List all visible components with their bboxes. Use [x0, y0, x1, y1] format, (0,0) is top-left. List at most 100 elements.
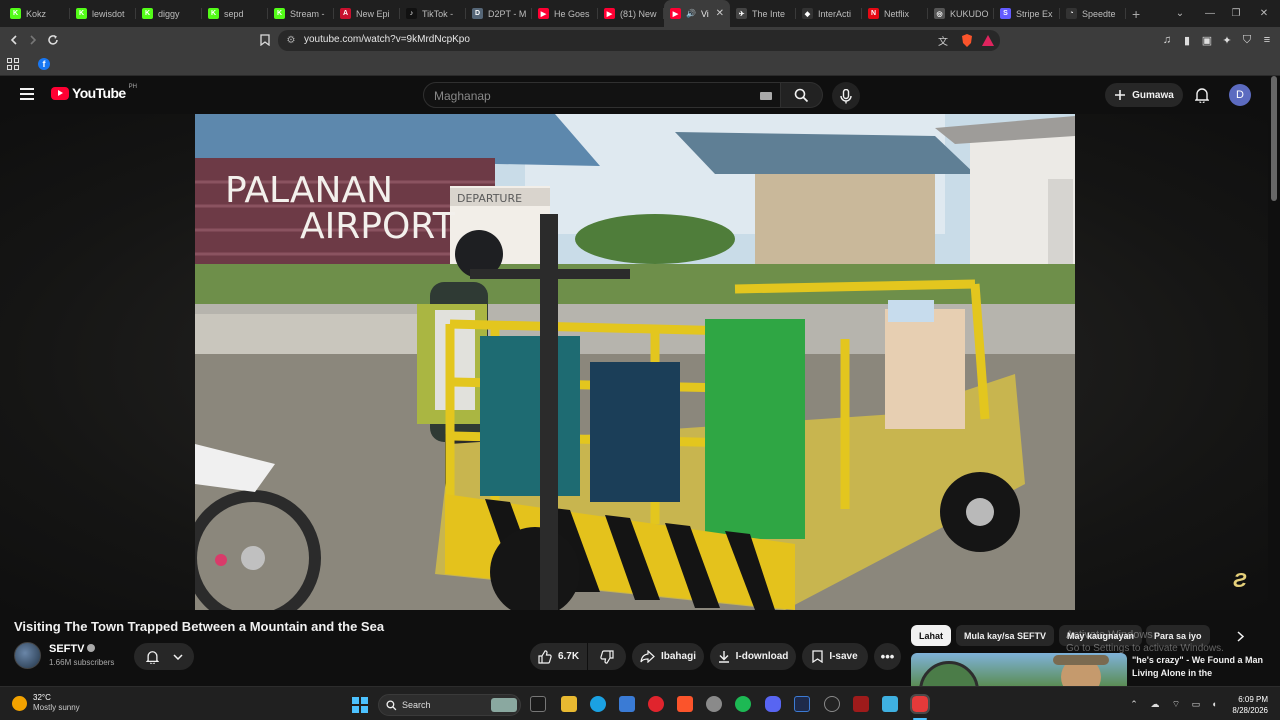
settings-icon[interactable] [706, 696, 722, 712]
site-settings-icon[interactable]: ⚙ [284, 33, 298, 47]
windows-start-icon[interactable] [352, 697, 368, 713]
address-bar[interactable]: ⚙ youtube.com/watch?v=9kMrdNcpKpo 文 [278, 30, 1000, 51]
like-button[interactable]: 6.7K [530, 643, 587, 670]
tab-audio-icon[interactable]: 🔊 [686, 9, 696, 18]
browser-tab[interactable]: K Kokz [4, 0, 70, 27]
more-actions-button[interactable]: ••• [874, 643, 901, 670]
store-icon[interactable] [619, 696, 635, 712]
recommended-video-title[interactable]: "he's crazy" - We Found a Man Living Alo… [1132, 654, 1264, 686]
youtube-logo[interactable]: YouTube PH [51, 84, 137, 101]
network-icon[interactable]: ⌔ [1170, 698, 1182, 710]
browser-tab[interactable]: ◔ Speedte [1060, 0, 1126, 27]
chip-all[interactable]: Lahat [911, 625, 952, 646]
brave-icon[interactable] [677, 696, 693, 712]
browser-tab[interactable]: ▶ 🔊 Vi ✕ [664, 0, 730, 27]
search-input[interactable]: Maghanap [423, 82, 781, 108]
weather-widget[interactable]: 32°C Mostly sunny [12, 693, 80, 713]
subscribed-notifications-button[interactable] [134, 643, 194, 670]
tab-favicon-icon: D [472, 8, 483, 19]
video-player[interactable]: PALANAN AIRPORT DEPARTURE [0, 114, 1268, 610]
browser-tab[interactable]: S Stripe Ex [994, 0, 1060, 27]
active-app-icon[interactable] [910, 694, 930, 714]
channel-watermark-icon[interactable]: Ƨ [1233, 570, 1246, 593]
chips-next-button[interactable] [1232, 628, 1248, 644]
forward-button[interactable] [24, 31, 42, 49]
video-frame[interactable]: PALANAN AIRPORT DEPARTURE [195, 114, 1075, 610]
brave-shields-icon[interactable] [960, 33, 974, 47]
browser-tab[interactable]: Kdiggy [136, 0, 202, 27]
display-icon[interactable]: ▭ [1190, 698, 1202, 710]
brave-rewards-icon[interactable] [981, 33, 995, 47]
steam-icon[interactable] [824, 696, 840, 712]
share-button[interactable]: Ibahagi [632, 643, 704, 670]
page-scrollbar[interactable] [1268, 76, 1280, 686]
browser-tab[interactable]: K Stream - [268, 0, 334, 27]
browser-menu-icon[interactable]: ≡ [1260, 33, 1274, 47]
create-button[interactable]: Gumawa [1105, 83, 1183, 107]
wallet-icon[interactable]: ▣ [1200, 33, 1214, 47]
tab-close-icon[interactable]: ✕ [716, 8, 724, 19]
browser-tab[interactable]: A New Epi [334, 0, 400, 27]
browser-tab[interactable]: ♪ TikTok - [400, 0, 466, 27]
browser-tab[interactable]: Klewisdot [70, 0, 136, 27]
search-button[interactable] [781, 82, 823, 108]
chip-from-channel[interactable]: Mula kay/sa SEFTV [956, 625, 1055, 646]
save-button[interactable]: I-save [802, 643, 868, 670]
restore-button[interactable]: ❐ [1222, 0, 1250, 27]
translate-icon[interactable]: 文 [936, 33, 950, 48]
browser-tab[interactable]: Ksepd [202, 0, 268, 27]
sidebar-icon[interactable]: ▮ [1180, 33, 1194, 47]
activate-windows-watermark: Activate Windows Go to Settings to activ… [1066, 628, 1224, 656]
system-clock[interactable]: 6:09 PM 8/28/2026 [1226, 694, 1268, 716]
task-view-icon[interactable] [530, 696, 546, 712]
spotify-icon[interactable] [735, 696, 751, 712]
voice-search-button[interactable] [832, 82, 860, 110]
browser-tab[interactable]: ▶ (81) New [598, 0, 664, 27]
apps-grid-icon[interactable] [7, 58, 19, 70]
reload-button[interactable] [44, 31, 62, 49]
dota-icon[interactable] [853, 696, 869, 712]
dislike-button[interactable] [588, 643, 626, 670]
tab-label: KUKUDO [950, 8, 989, 19]
notepad-icon[interactable] [882, 696, 898, 712]
browser-tab[interactable]: D D2PT - M [466, 0, 532, 27]
vpn-icon[interactable]: ⛉ [1240, 33, 1254, 47]
discord-icon[interactable] [765, 696, 781, 712]
opera-icon[interactable] [648, 696, 664, 712]
microphone-icon [840, 88, 852, 103]
file-explorer-icon[interactable] [561, 696, 577, 712]
scrollbar-thumb[interactable] [1271, 76, 1277, 201]
channel-avatar[interactable] [14, 642, 41, 669]
notifications-button[interactable] [1192, 85, 1212, 105]
tab-favicon-icon: K [10, 8, 21, 19]
browser-tab[interactable]: ✈ The Inte [730, 0, 796, 27]
new-tab-button[interactable]: + [1132, 6, 1140, 22]
edge-icon[interactable] [590, 696, 606, 712]
tab-search-icon[interactable]: ⌄ [1166, 0, 1194, 27]
channel-name-row[interactable]: SEFTV [49, 643, 96, 655]
bookmark-icon[interactable] [256, 31, 274, 49]
leo-ai-icon[interactable]: ✦ [1220, 33, 1234, 47]
volume-icon[interactable]: ◖ [1208, 698, 1220, 710]
browser-tab[interactable]: ▶ He Goes [532, 0, 598, 27]
search-icon [386, 700, 397, 711]
tab-label: Vi [700, 8, 709, 19]
browser-tab[interactable]: ◎ KUKUDO [928, 0, 994, 27]
account-avatar[interactable]: D [1229, 84, 1251, 106]
minimize-button[interactable]: — [1196, 0, 1224, 27]
onedrive-icon[interactable]: ☁ [1149, 698, 1161, 710]
close-window-button[interactable]: ✕ [1250, 0, 1278, 27]
recommended-video-thumbnail[interactable] [911, 653, 1127, 686]
vscode-icon[interactable] [794, 696, 810, 712]
browser-tab[interactable]: ◆ InterActi [796, 0, 862, 27]
download-button[interactable]: I-download [710, 643, 796, 670]
hamburger-menu-icon[interactable] [20, 88, 34, 100]
taskbar-search-input[interactable]: Search [378, 694, 521, 716]
media-icon[interactable]: ♫ [1160, 33, 1174, 47]
tray-overflow-icon[interactable]: ⌃ [1128, 698, 1140, 710]
keyboard-icon[interactable] [760, 92, 772, 100]
back-button[interactable] [5, 31, 23, 49]
channel-name[interactable]: SEFTV [49, 643, 84, 655]
browser-tab[interactable]: N Netflix [862, 0, 928, 27]
facebook-bookmark-icon[interactable]: f [38, 58, 50, 70]
